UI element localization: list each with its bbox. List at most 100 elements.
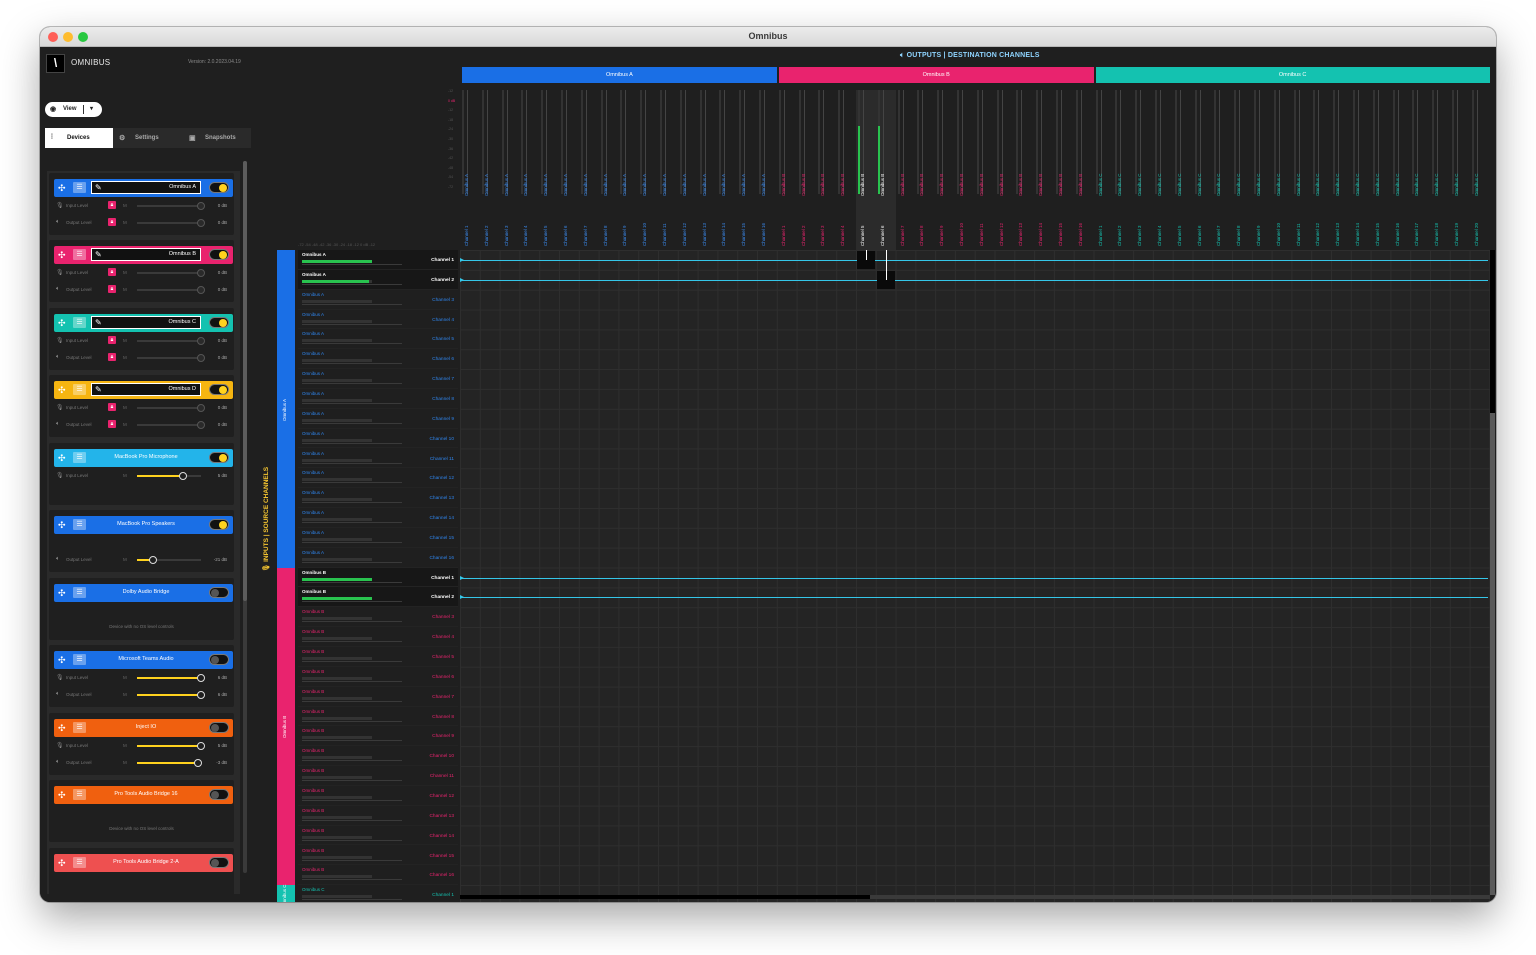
output-channel-column[interactable]: Omnibus B Channel 13 <box>1014 90 1034 250</box>
device-settings-icon[interactable]: ☰ <box>73 317 86 328</box>
input-channel-row[interactable]: Omnibus B Channel 8 <box>298 706 458 727</box>
device-enable-toggle[interactable] <box>209 519 229 530</box>
routing-matrix[interactable] <box>460 250 1490 902</box>
input-fader[interactable] <box>302 283 402 285</box>
level-slider-knob[interactable] <box>197 337 205 345</box>
mute-button[interactable]: M <box>123 692 127 697</box>
pencil-icon[interactable]: ✎ <box>95 249 102 261</box>
output-channel-column[interactable]: Omnibus C Channel 4 <box>1153 90 1173 250</box>
input-fader[interactable] <box>302 839 402 841</box>
level-slider[interactable] <box>137 674 205 682</box>
input-fader[interactable] <box>302 621 402 623</box>
mute-button[interactable]: M <box>123 743 127 748</box>
mute-button[interactable]: M <box>123 287 127 292</box>
output-channel-column[interactable]: Omnibus A Channel 2 <box>480 90 500 250</box>
input-fader[interactable] <box>302 522 402 524</box>
level-slider-knob[interactable] <box>197 691 205 699</box>
output-channel-column[interactable]: Omnibus A Channel 14 <box>717 90 737 250</box>
device-settings-icon[interactable]: ☰ <box>73 182 86 193</box>
level-slider[interactable] <box>137 556 201 564</box>
output-channel-column[interactable]: Omnibus B Channel 14 <box>1034 90 1054 250</box>
input-channel-row[interactable]: Omnibus B Channel 14 <box>298 825 458 846</box>
input-channel-row[interactable]: Omnibus A Channel 16 <box>298 547 458 568</box>
chevron-down-icon[interactable]: ▾ <box>90 105 93 112</box>
level-slider-knob[interactable] <box>197 674 205 682</box>
mute-button[interactable]: M <box>123 355 127 360</box>
input-fader[interactable] <box>302 799 402 801</box>
input-channel-row[interactable]: Omnibus B Channel 7 <box>298 686 458 707</box>
input-channel-row[interactable]: Omnibus A Channel 2 <box>298 269 458 290</box>
output-channel-column[interactable]: Omnibus B Channel 12 <box>995 90 1015 250</box>
level-slider-knob[interactable] <box>179 472 188 480</box>
input-channel-row[interactable]: Omnibus A Channel 7 <box>298 369 458 389</box>
input-fader[interactable] <box>302 859 402 861</box>
output-channel-column[interactable]: Omnibus C Channel 15 <box>1371 90 1391 250</box>
input-fader[interactable] <box>302 641 402 643</box>
device-settings-icon[interactable]: ☰ <box>73 722 86 733</box>
input-group-bar[interactable]: Omnibus C <box>277 885 295 902</box>
output-channel-column[interactable]: Omnibus A Channel 10 <box>638 90 658 250</box>
output-channel-column[interactable]: Omnibus B Channel 6 <box>875 90 896 250</box>
input-fader[interactable] <box>302 561 402 563</box>
input-channel-row[interactable]: Omnibus B Channel 9 <box>298 726 458 747</box>
input-channel-row[interactable]: Omnibus B Channel 12 <box>298 785 458 806</box>
device-enable-toggle[interactable] <box>209 317 229 328</box>
mute-button[interactable]: M <box>123 675 127 680</box>
output-channel-column[interactable]: Omnibus C Channel 7 <box>1212 90 1232 250</box>
output-channel-column[interactable]: Omnibus C Channel 12 <box>1311 90 1331 250</box>
pencil-icon[interactable]: ✎ <box>95 317 102 329</box>
output-channel-column[interactable]: Omnibus A Channel 8 <box>599 90 619 250</box>
mute-button[interactable]: M <box>123 473 127 478</box>
output-group-header[interactable]: Omnibus B <box>778 67 1094 83</box>
level-slider-knob[interactable] <box>197 269 205 277</box>
level-slider[interactable] <box>137 472 201 480</box>
input-channel-row[interactable]: Omnibus B Channel 13 <box>298 805 458 826</box>
level-slider[interactable] <box>137 421 205 429</box>
level-slider-knob[interactable] <box>197 404 205 412</box>
output-group-header[interactable]: Omnibus C <box>1095 67 1490 83</box>
output-channel-column[interactable]: Omnibus C Channel 8 <box>1232 90 1252 250</box>
input-channel-row[interactable]: Omnibus C Channel 1 <box>298 885 458 902</box>
output-channel-column[interactable]: Omnibus C Channel 6 <box>1193 90 1213 250</box>
level-slider-knob[interactable] <box>197 219 205 227</box>
move-icon[interactable]: ✣ <box>58 587 66 599</box>
input-fader[interactable] <box>302 541 402 543</box>
device-enable-toggle[interactable] <box>209 249 229 260</box>
device-enable-toggle[interactable] <box>209 654 229 665</box>
move-icon[interactable]: ✣ <box>58 654 66 666</box>
input-channel-row[interactable]: Omnibus A Channel 13 <box>298 488 458 509</box>
output-channel-column[interactable]: Omnibus C Channel 19 <box>1450 90 1470 250</box>
move-icon[interactable]: ✣ <box>58 519 66 531</box>
input-fader[interactable] <box>302 422 402 424</box>
level-slider-knob[interactable] <box>149 556 157 564</box>
output-channel-column[interactable]: Omnibus C Channel 14 <box>1351 90 1371 250</box>
mute-button[interactable]: M <box>123 220 127 225</box>
level-slider-knob[interactable] <box>193 759 202 767</box>
mute-button[interactable]: M <box>123 338 127 343</box>
input-group-bar[interactable]: Omnibus B <box>277 567 295 886</box>
tab-devices[interactable]: ⫶ Devices <box>45 128 113 148</box>
tab-settings[interactable]: ⚙ Settings <box>113 128 183 148</box>
device-enable-toggle[interactable] <box>209 857 229 868</box>
input-fader[interactable] <box>302 303 402 305</box>
output-channel-column[interactable]: Omnibus A Channel 13 <box>698 90 718 250</box>
input-fader[interactable] <box>302 819 402 821</box>
level-slider[interactable] <box>137 202 205 210</box>
move-icon[interactable]: ✣ <box>58 722 66 734</box>
level-slider-knob[interactable] <box>197 202 205 210</box>
output-channel-column[interactable]: Omnibus B Channel 15 <box>1054 90 1074 250</box>
tab-snapshots[interactable]: ▣ Snapshots <box>183 128 251 148</box>
output-channel-column[interactable]: Omnibus C Channel 20 <box>1470 90 1490 250</box>
level-slider[interactable] <box>137 269 205 277</box>
input-fader[interactable] <box>302 899 402 901</box>
output-channel-column[interactable]: Omnibus A Channel 3 <box>500 90 520 250</box>
input-fader[interactable] <box>302 343 402 345</box>
mute-button[interactable]: M <box>123 557 127 562</box>
output-channel-column[interactable]: Omnibus C Channel 1 <box>1094 90 1114 250</box>
input-fader[interactable] <box>302 760 402 762</box>
input-channel-row[interactable]: Omnibus B Channel 2 <box>298 587 458 608</box>
move-icon[interactable]: ✣ <box>58 384 66 396</box>
output-channel-column[interactable]: Omnibus A Channel 9 <box>618 90 638 250</box>
input-fader[interactable] <box>302 363 402 365</box>
device-settings-icon[interactable]: ☰ <box>73 857 86 868</box>
